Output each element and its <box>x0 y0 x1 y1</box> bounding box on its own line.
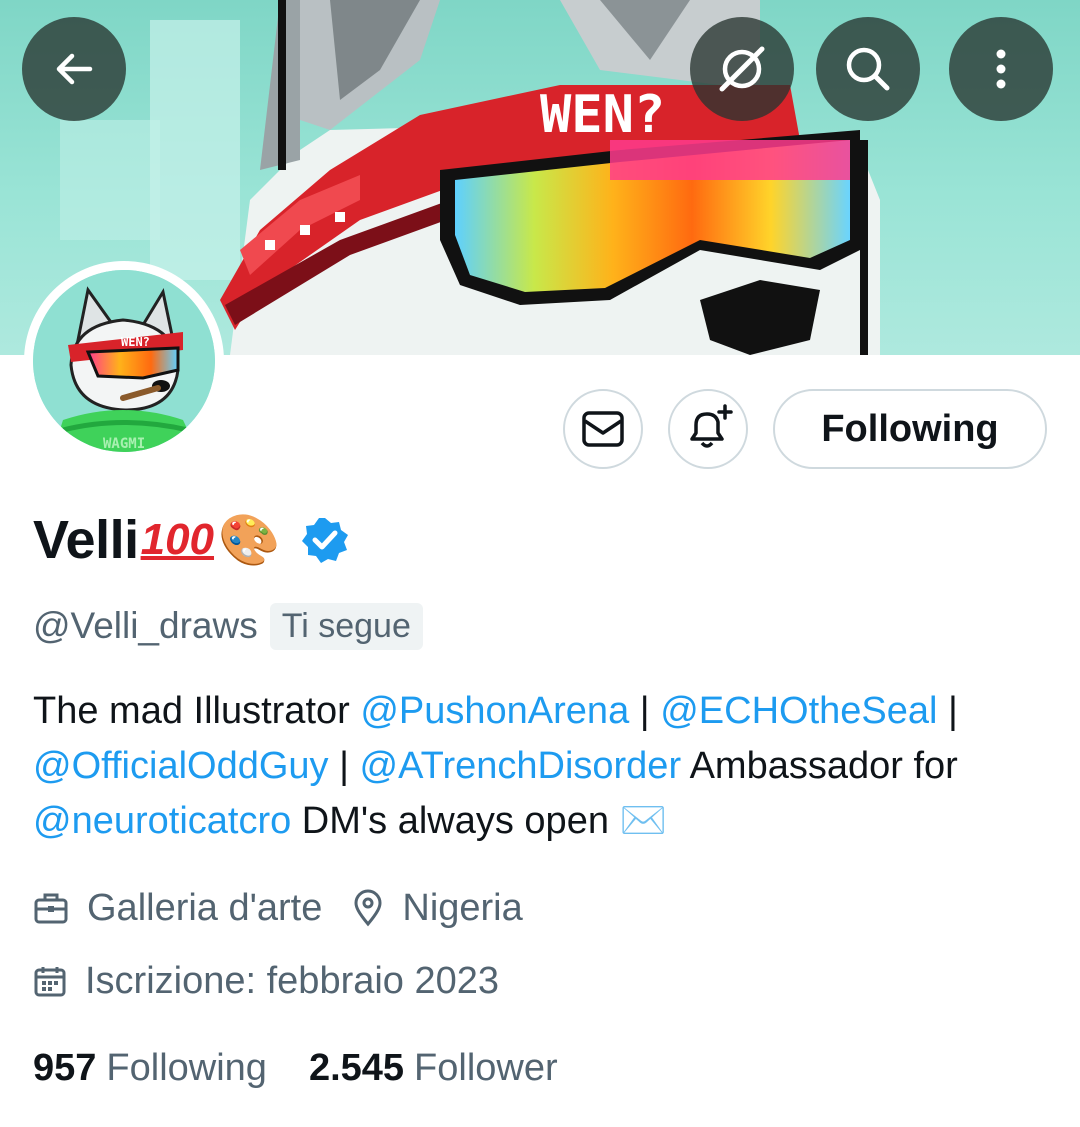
followers-count: 2.545 <box>308 1046 405 1089</box>
message-button[interactable] <box>563 389 643 469</box>
handle-row: @Velli_draws Ti segue <box>33 600 423 652</box>
profile-handle: @Velli_draws <box>33 605 258 646</box>
location-pin-icon <box>354 889 382 927</box>
profile-avatar[interactable]: WEN? WAGMI <box>24 261 224 461</box>
mention-link[interactable]: @PushonArena <box>360 690 629 732</box>
profile-location: Nigeria <box>402 886 523 929</box>
hundred-points-emoji: 100 <box>140 515 215 564</box>
followers-count-link[interactable]: 2.545 Follower <box>309 1047 558 1090</box>
mention-link[interactable]: @ATrenchDisorder <box>360 745 682 787</box>
location-item: Nigeria <box>352 886 523 930</box>
following-count: 957 <box>33 1046 97 1089</box>
back-button[interactable] <box>22 17 126 121</box>
bio-text: The mad Illustrator <box>33 690 361 732</box>
profile-stats: 957 Following 2.545 Follower <box>33 1040 600 1096</box>
profile-meta-row: Galleria d'arte Nigeria <box>33 880 553 936</box>
display-name: Velli <box>33 510 139 570</box>
search-button[interactable] <box>816 17 920 121</box>
bio-separator: | <box>629 690 661 732</box>
avatar-shirt-text: WAGMI <box>103 436 145 452</box>
avatar-image: WEN? WAGMI <box>33 270 215 452</box>
arrow-left-icon <box>56 53 93 85</box>
category-item: Galleria d'arte <box>33 887 322 930</box>
envelope-emoji: ✉️ <box>619 800 667 842</box>
followers-label: Follower <box>414 1046 558 1089</box>
bio-text: Ambassador for <box>681 745 958 787</box>
following-button[interactable]: Following <box>773 389 1047 469</box>
following-label: Following <box>106 1046 267 1089</box>
mention-link[interactable]: @OfficialOddGuy <box>33 745 329 787</box>
bio-separator: | <box>328 745 360 787</box>
bio-text: DM's always open <box>291 800 620 842</box>
briefcase-icon <box>34 893 68 924</box>
profile-joined-row: Iscrizione: febbraio 2023 <box>33 953 529 1009</box>
calendar-icon <box>34 967 66 997</box>
bell-plus-icon <box>690 404 733 448</box>
profile-bio: The mad Illustrator @PushonArena | @ECHO… <box>33 684 1043 849</box>
following-count-link[interactable]: 957 Following <box>33 1047 267 1090</box>
banner-band-text: WEN? <box>540 85 665 145</box>
joined-item: Iscrizione: febbraio 2023 <box>33 960 499 1003</box>
bio-separator: | <box>937 690 958 732</box>
follows-you-badge: Ti segue <box>269 602 423 650</box>
profile-name-row: Velli 100 🎨 <box>33 500 350 580</box>
grok-button[interactable] <box>690 17 794 121</box>
more-vertical-icon <box>996 49 1006 89</box>
grok-slash-icon <box>719 46 765 92</box>
profile-category: Galleria d'arte <box>87 886 323 929</box>
palette-emoji: 🎨 <box>218 511 281 568</box>
avatar-band-text: WEN? <box>121 335 150 349</box>
search-icon <box>846 47 890 91</box>
notifications-button[interactable] <box>668 389 748 469</box>
profile-joined-date: Iscrizione: febbraio 2023 <box>85 959 500 1002</box>
envelope-icon <box>582 411 624 447</box>
more-options-button[interactable] <box>949 17 1053 121</box>
verified-badge-icon[interactable] <box>300 515 350 565</box>
mention-link[interactable]: @ECHOtheSeal <box>660 690 937 732</box>
mention-link[interactable]: @neuroticatcro <box>33 800 291 842</box>
